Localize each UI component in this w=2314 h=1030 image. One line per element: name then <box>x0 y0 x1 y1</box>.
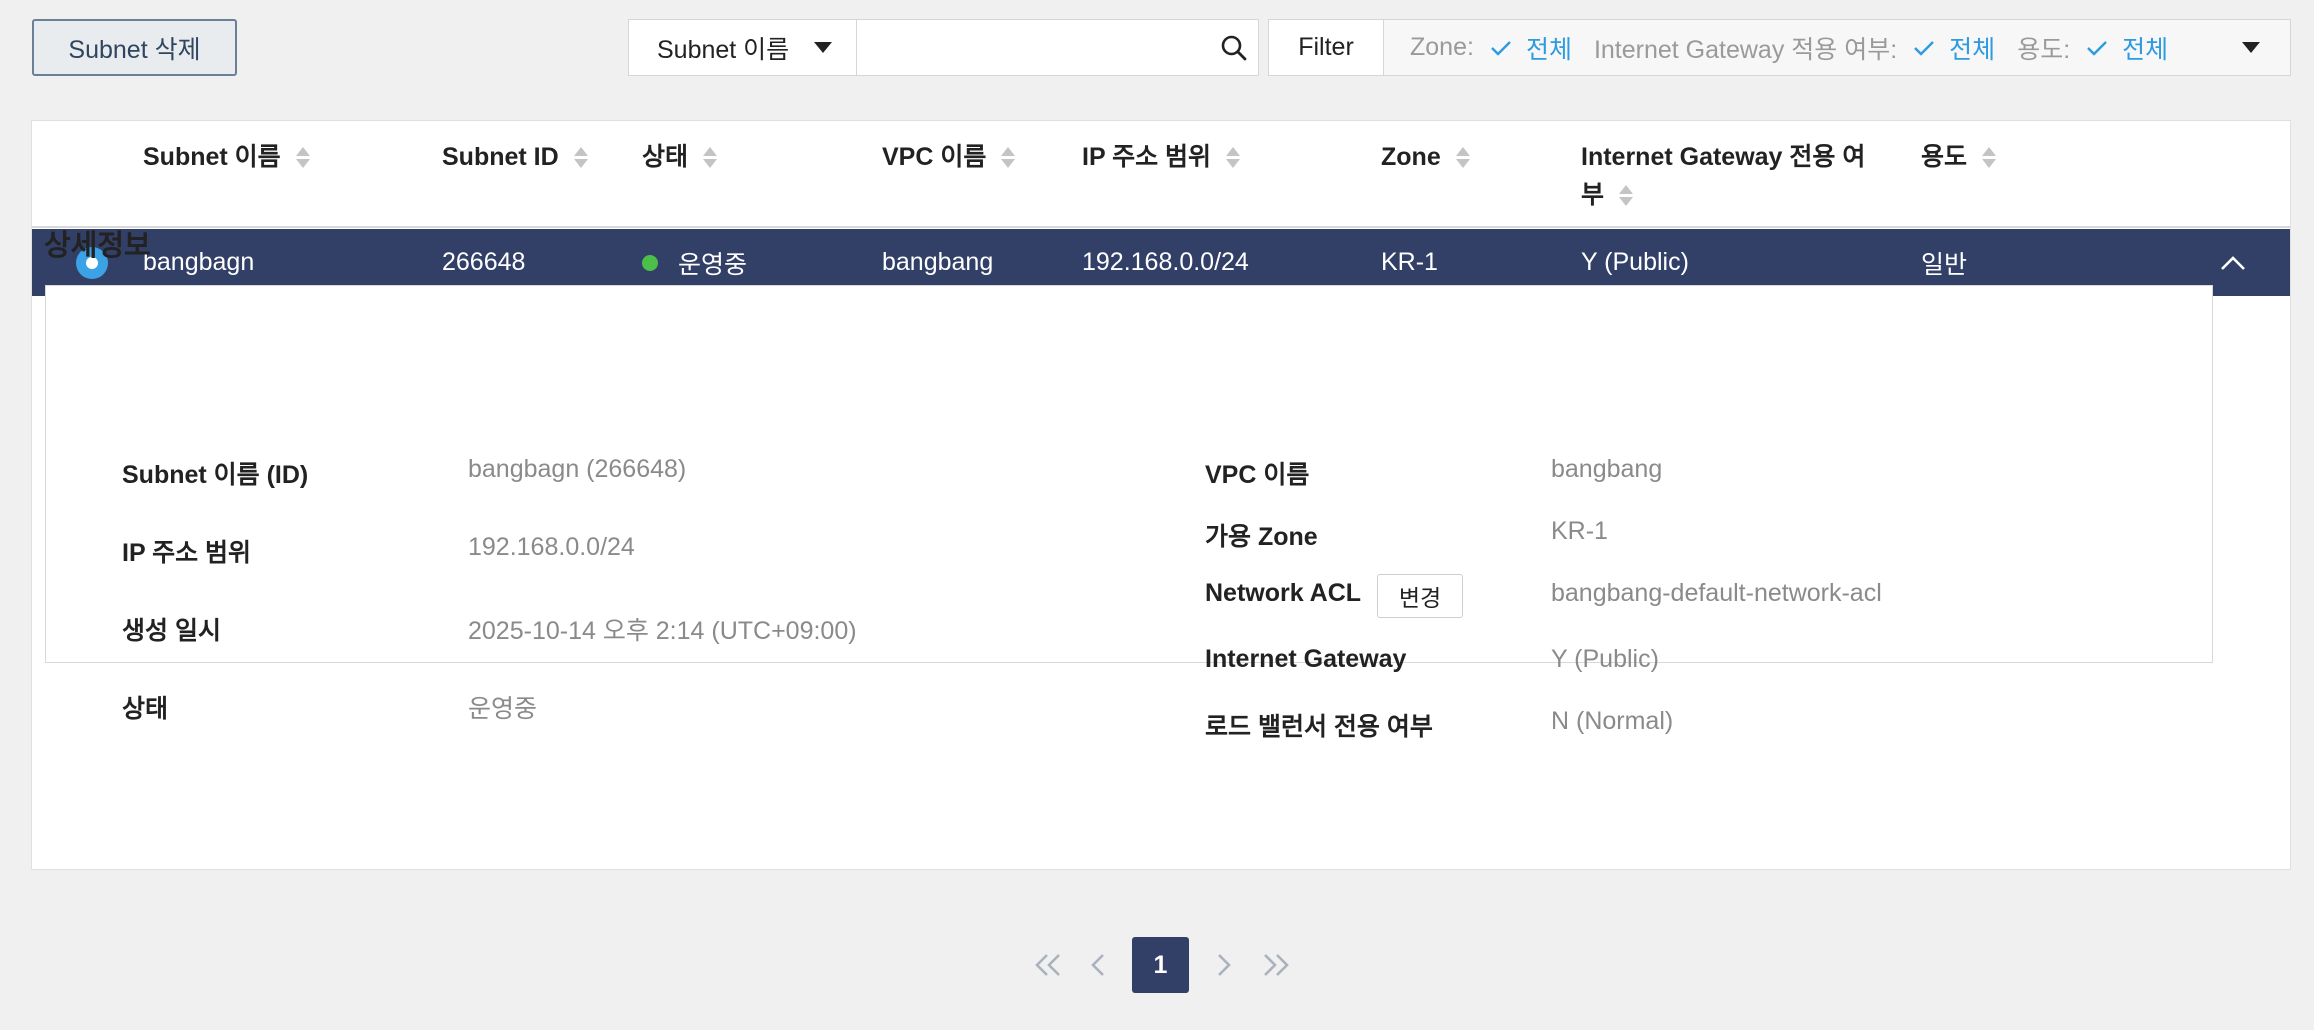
detail-label-availability-zone: 가용 Zone <box>1205 523 1318 551</box>
search-field-selected-label: Subnet 이름 <box>657 35 790 64</box>
sort-icon[interactable] <box>702 145 718 171</box>
sort-icon[interactable] <box>1981 145 1997 171</box>
column-header-igw[interactable]: Internet Gateway 전용 여 부 <box>1581 138 1891 214</box>
table-header: Subnet 이름 Subnet ID 상태 VPC 이름 IP 주소 범위 Z… <box>32 121 2290 228</box>
filter-chips[interactable]: Zone: 전체 Internet Gateway 적용 여부: 전체 용도: … <box>1384 30 2290 66</box>
column-header-vpc-name[interactable]: VPC 이름 <box>882 138 1016 176</box>
filter-zone-label: Zone: <box>1410 33 1474 61</box>
filter-zone-value-text: 전체 <box>1525 35 1572 64</box>
detail-value-ip-range: 192.168.0.0/24 <box>468 533 635 561</box>
filter-expand-chevron-icon[interactable] <box>2242 42 2260 53</box>
sort-icon[interactable] <box>1618 183 1634 209</box>
detail-box <box>45 285 2213 663</box>
filter-usage-value[interactable]: 전체 <box>2086 30 2168 66</box>
detail-value-status: 운영중 <box>468 695 538 723</box>
detail-label-network-acl: Network ACL <box>1205 579 1362 607</box>
detail-label-vpc-name: VPC 이름 <box>1205 461 1310 489</box>
column-header-status[interactable]: 상태 <box>642 138 718 176</box>
double-chevron-left-icon <box>1035 954 1060 976</box>
check-icon <box>1914 40 1935 56</box>
last-page-button[interactable] <box>1258 937 1294 993</box>
detail-value-network-acl: bangbang-default-network-acl <box>1551 579 1882 607</box>
sort-icon[interactable] <box>1225 145 1241 171</box>
search-field-select[interactable]: Subnet 이름 <box>629 20 857 75</box>
chevron-up-icon <box>2221 255 2245 270</box>
detail-label-subnet-name-id: Subnet 이름 (ID) <box>122 461 309 489</box>
chevron-down-icon <box>813 42 832 53</box>
column-header-label: 상태 <box>642 143 689 171</box>
detail-value-availability-zone: KR-1 <box>1551 517 1608 545</box>
previous-page-button[interactable] <box>1084 937 1112 993</box>
detail-section-title: 상세정보 <box>44 230 151 262</box>
search-group: Subnet 이름 <box>628 19 1259 76</box>
first-page-button[interactable] <box>1030 937 1066 993</box>
sort-icon[interactable] <box>1000 145 1016 171</box>
column-header-label: Zone <box>1381 143 1441 171</box>
page-number-current[interactable]: 1 <box>1132 937 1189 993</box>
status-running-dot <box>642 254 658 271</box>
chevron-right-icon <box>1218 954 1231 976</box>
chevron-left-icon <box>1091 954 1104 976</box>
check-icon <box>2087 40 2107 56</box>
sort-icon[interactable] <box>573 145 589 171</box>
detail-value-vpc-name: bangbang <box>1551 455 1663 483</box>
detail-label-lb-dedicated: 로드 밸런서 전용 여부 <box>1205 713 1433 741</box>
filter-usage-value-text: 전체 <box>2122 35 2169 64</box>
delete-subnet-button[interactable]: Subnet 삭제 <box>32 19 237 76</box>
detail-label-created-at: 생성 일시 <box>122 617 221 645</box>
search-button[interactable] <box>1211 20 1258 75</box>
column-header-label: IP 주소 범위 <box>1082 143 1212 171</box>
next-page-button[interactable] <box>1210 937 1238 993</box>
filter-igw-label: Internet Gateway 적용 여부: <box>1593 35 1898 64</box>
column-header-label: VPC 이름 <box>882 143 987 171</box>
filter-zone-value[interactable]: 전체 <box>1490 30 1572 66</box>
detail-value-internet-gateway: Y (Public) <box>1551 645 1659 673</box>
filter-igw-value[interactable]: 전체 <box>1913 30 1995 66</box>
column-header-label: Subnet ID <box>442 143 559 171</box>
detail-value-subnet-name-id: bangbagn (266648) <box>468 455 687 483</box>
column-header-subnet-name[interactable]: Subnet 이름 <box>143 138 311 176</box>
column-header-zone[interactable]: Zone <box>1381 138 1471 176</box>
double-chevron-right-icon <box>1264 954 1289 976</box>
search-icon <box>1222 35 1247 60</box>
sort-icon[interactable] <box>1455 145 1471 171</box>
detail-label-internet-gateway: Internet Gateway <box>1205 645 1407 673</box>
cell-status-text: 운영중 <box>678 250 748 279</box>
filter-bar: Filter Zone: 전체 Internet Gateway 적용 여부: … <box>1268 19 2291 76</box>
column-header-subnet-id[interactable]: Subnet ID <box>442 138 589 176</box>
column-header-label: Internet Gateway 전용 여 <box>1581 143 1866 171</box>
detail-label-ip-range: IP 주소 범위 <box>122 539 252 567</box>
search-input[interactable] <box>856 20 1211 75</box>
check-icon <box>1491 40 1511 56</box>
sort-icon[interactable] <box>295 145 311 171</box>
filter-button[interactable]: Filter <box>1269 20 1384 75</box>
filter-igw-value-text: 전체 <box>1949 35 1996 64</box>
filter-usage-label: 용도: <box>2017 35 2071 64</box>
column-header-label: Subnet 이름 <box>143 143 281 171</box>
detail-value-created-at: 2025-10-14 오후 2:14 (UTC+09:00) <box>468 617 857 645</box>
column-header-label-wrap: 부 <box>1581 181 1605 209</box>
change-network-acl-button[interactable]: 변경 <box>1377 574 1463 618</box>
column-header-usage[interactable]: 용도 <box>1921 138 1997 176</box>
column-header-label: 용도 <box>1921 143 1968 171</box>
detail-label-status: 상태 <box>122 695 169 723</box>
collapse-row-button[interactable] <box>2220 229 2246 296</box>
detail-value-lb-dedicated: N (Normal) <box>1551 707 1674 735</box>
column-header-ip-range[interactable]: IP 주소 범위 <box>1082 138 1241 176</box>
